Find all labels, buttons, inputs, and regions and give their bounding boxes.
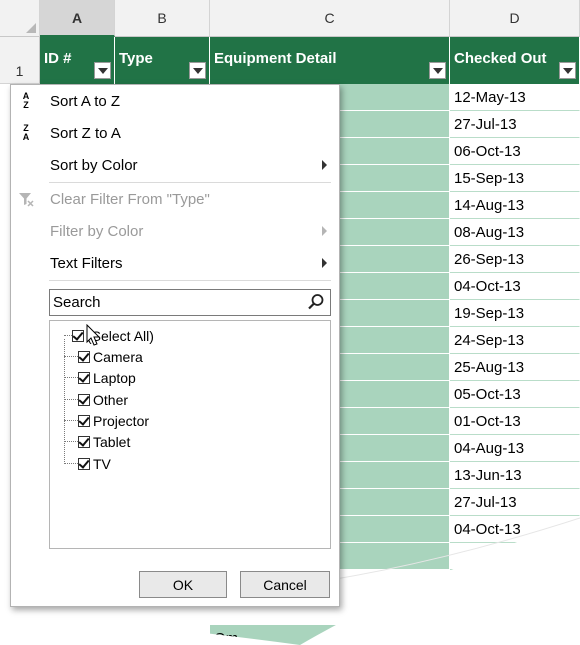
table-cell-id[interactable]: [40, 625, 115, 645]
sort-by-color-label: Sort by Color: [50, 156, 138, 174]
checkbox-checked[interactable]: [78, 414, 90, 427]
sort-by-color-item[interactable]: Sort by Color: [11, 149, 339, 181]
header-checked-out-label: Checked Out: [454, 50, 547, 67]
table-cell-date[interactable]: 04-Oct-13: [450, 273, 580, 300]
dropdown-arrow-icon: [562, 67, 573, 74]
dropdown-arrow-icon: [432, 67, 443, 74]
tree-connector: [64, 441, 78, 442]
table-cell-date[interactable]: 12-May-13: [450, 84, 580, 111]
filter-value-select-all[interactable]: (Select All): [64, 325, 154, 346]
filter-value-label: Projector: [93, 412, 150, 429]
filter-value-label: Other: [93, 391, 129, 408]
filter-value-laptop[interactable]: Laptop: [64, 367, 136, 388]
checkbox-checked[interactable]: [78, 371, 90, 384]
table-cell-date[interactable]: 27-Jul-13: [450, 111, 580, 138]
header-cell-id[interactable]: ID #: [40, 37, 115, 84]
filter-value-other[interactable]: Other: [64, 389, 128, 410]
dropdown-arrow-icon: [97, 67, 108, 74]
submenu-arrow-icon: [322, 258, 327, 268]
header-cell-equipment-detail[interactable]: Equipment Detail: [210, 37, 450, 84]
header-equipment-label: Equipment Detail: [214, 50, 337, 67]
header-cell-type[interactable]: Type: [115, 37, 210, 84]
filter-value-camera[interactable]: Camera: [64, 346, 143, 367]
clear-filter-icon: [19, 193, 34, 207]
search-box[interactable]: [49, 289, 331, 316]
table-cell-date[interactable]: 04-Aug-13: [450, 435, 580, 462]
filter-value-label: Laptop: [93, 369, 136, 386]
filter-menu: AZ Sort A to Z ZA Sort Z to A Sort by Co…: [10, 84, 340, 607]
table-cell-date[interactable]: 13-Jun-13: [450, 462, 580, 489]
table-cell-equipment[interactable]: Om: [210, 625, 450, 645]
filter-value-projector[interactable]: Projector: [64, 410, 149, 431]
tree-connector: [64, 420, 78, 421]
tree-connector: [64, 377, 78, 378]
search-icon[interactable]: [307, 293, 325, 311]
checkbox-checked[interactable]: [78, 393, 90, 406]
filter-value-label: Tablet: [93, 433, 131, 450]
clear-filter-item[interactable]: Clear Filter From "Type": [11, 183, 339, 215]
table-cell-date[interactable]: 01-Oct-13: [450, 408, 580, 435]
corner-triangle-icon: [26, 23, 36, 33]
filter-by-color-label: Filter by Color: [50, 222, 144, 240]
sort-ascending-icon: AZ: [22, 91, 30, 110]
header-cell-checked-out[interactable]: Checked Out: [450, 37, 580, 84]
dropdown-arrow-icon: [192, 67, 203, 74]
submenu-arrow-icon: [322, 160, 327, 170]
tree-connector: [64, 356, 78, 357]
table-cell-date[interactable]: 05-Oct-13: [450, 381, 580, 408]
column-header-a[interactable]: A: [40, 0, 115, 37]
tree-connector: [64, 335, 72, 336]
table-cell-date[interactable]: 19-Sep-13: [450, 300, 580, 327]
filter-values-list: (Select All) Camera Laptop Other Project…: [49, 320, 331, 549]
checkbox-checked[interactable]: [78, 350, 90, 363]
search-input[interactable]: [50, 290, 303, 315]
filter-value-label: TV: [93, 455, 111, 472]
sort-descending-icon: ZA: [22, 123, 30, 142]
column-header-d[interactable]: D: [450, 0, 580, 37]
filter-by-color-item[interactable]: Filter by Color: [11, 215, 339, 247]
filter-dropdown-button-id[interactable]: [94, 62, 111, 79]
mouse-pointer-icon: [86, 324, 101, 346]
table-cell-date[interactable]: 26-Sep-13: [450, 246, 580, 273]
filter-value-tv[interactable]: TV: [64, 453, 111, 474]
menu-separator: [49, 280, 331, 281]
ok-button[interactable]: OK: [139, 571, 227, 598]
checkbox-checked[interactable]: [78, 457, 90, 470]
filter-value-tablet[interactable]: Tablet: [64, 431, 130, 452]
text-filters-label: Text Filters: [50, 254, 123, 272]
table-cell-date[interactable]: 04-Oct-13: [450, 516, 580, 543]
header-type-label: Type: [119, 50, 153, 67]
table-cell-date[interactable]: 06-Oct-13: [450, 138, 580, 165]
filter-dropdown-button-type[interactable]: [189, 62, 206, 79]
row-header-1[interactable]: 1: [0, 37, 40, 84]
sort-a-to-z-label: Sort A to Z: [50, 92, 121, 110]
sort-z-to-a-label: Sort Z to A: [50, 124, 121, 142]
sort-a-to-z-item[interactable]: AZ Sort A to Z: [11, 85, 339, 117]
table-cell-type[interactable]: Projector: [115, 625, 210, 645]
submenu-arrow-icon: [322, 226, 327, 236]
checkbox-checked[interactable]: [72, 329, 84, 342]
text-filters-item[interactable]: Text Filters: [11, 247, 339, 279]
column-header-b[interactable]: B: [115, 0, 210, 37]
checkbox-checked[interactable]: [78, 435, 90, 448]
select-all-corner[interactable]: [0, 0, 40, 37]
cancel-button[interactable]: Cancel: [240, 571, 330, 598]
table-cell-date[interactable]: 14-Aug-13: [450, 192, 580, 219]
sort-z-to-a-item[interactable]: ZA Sort Z to A: [11, 117, 339, 149]
table-cell-date[interactable]: [450, 543, 580, 570]
clear-filter-label: Clear Filter From "Type": [50, 190, 210, 208]
table-cell-date[interactable]: 25-Aug-13: [450, 354, 580, 381]
table-cell-date[interactable]: 27-Jul-13: [450, 489, 580, 516]
filter-value-label: Camera: [93, 348, 143, 365]
table-cell-date[interactable]: 15-Sep-13: [450, 165, 580, 192]
tree-connector: [64, 463, 78, 464]
table-cell-date[interactable]: 08-Aug-13: [450, 219, 580, 246]
header-id-label: ID #: [44, 50, 72, 67]
tree-connector: [64, 399, 78, 400]
filter-dropdown-button-checked-out[interactable]: [559, 62, 576, 79]
filter-dropdown-button-equipment[interactable]: [429, 62, 446, 79]
table-cell-date[interactable]: 24-Sep-13: [450, 327, 580, 354]
column-header-c[interactable]: C: [210, 0, 450, 37]
